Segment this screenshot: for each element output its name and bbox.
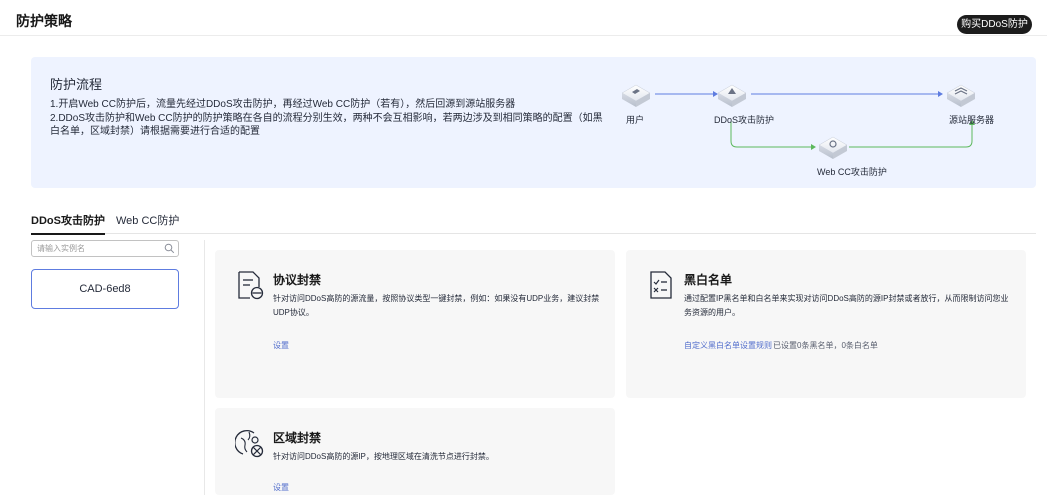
tab-ddos[interactable]: DDoS攻击防护: [31, 212, 105, 235]
flow-line-webcc-origin: [849, 125, 973, 148]
buy-ddos-button[interactable]: 购买DDoS防护: [957, 15, 1032, 34]
page-title: 防护策略: [16, 13, 72, 29]
protocol-block-card: 协议封禁 针对访问DDoS高防的源流量，按照协议类型一键封禁，例如：如果没有UD…: [215, 250, 615, 398]
region-block-card: 区域封禁 针对访问DDoS高防的源IP，按地理区域在清洗节点进行封禁。 设置: [215, 408, 615, 495]
instance-search: [31, 240, 179, 257]
arrow-head-origin: [938, 91, 943, 97]
document-block-icon: [238, 271, 264, 300]
blacklist-stat: 已设置0条黑名单，0条白名单: [773, 341, 878, 350]
arrow-head-ddos: [713, 91, 718, 97]
origin-server-node-icon: [946, 84, 976, 107]
globe-block-icon: [235, 429, 264, 458]
instance-name: CAD-6ed8: [79, 283, 131, 295]
protection-tabs: DDoS攻击防护 Web CC防护: [31, 212, 1036, 235]
protocol-block-settings-link[interactable]: 设置: [273, 340, 289, 351]
blacklist-title: 黑白名单: [684, 273, 733, 287]
ddos-node-icon: [717, 84, 747, 107]
instance-search-input[interactable]: [32, 241, 158, 256]
instance-card[interactable]: CAD-6ed8: [31, 269, 179, 309]
region-block-title: 区域封禁: [273, 431, 322, 445]
user-node-label: 用户: [626, 115, 645, 125]
protocol-block-desc: 针对访问DDoS高防的源流量，按照协议类型一键封禁，例如：如果没有UDP业务，建…: [273, 294, 600, 317]
region-block-desc: 针对访问DDoS高防的源IP，按地理区域在清洗节点进行封禁。: [273, 452, 494, 461]
top-bar: 防护策略 购买DDoS防护: [0, 0, 1047, 36]
checklist-document-icon: [650, 271, 672, 299]
user-node-icon: [621, 84, 651, 107]
protocol-block-title: 协议封禁: [273, 273, 322, 287]
blacklist-desc: 通过配置IP黑名单和白名单来实现对访问DDoS高防的源IP封禁或者放行，从而限制…: [684, 294, 1009, 317]
webcc-node-label: Web CC攻击防护: [817, 167, 887, 177]
ddos-node-label: DDoS攻击防护: [714, 115, 775, 125]
blacklist-rules-link[interactable]: 自定义黑白名单设置规则: [684, 340, 772, 351]
origin-node-label: 源站服务器: [949, 115, 995, 125]
tab-web-cc[interactable]: Web CC防护: [116, 212, 179, 234]
protection-flow-panel: 防护流程 1.开启Web CC防护后，流量先经过DDoS攻击防护，再经过Web …: [31, 57, 1036, 188]
region-block-settings-link[interactable]: 设置: [273, 482, 289, 493]
blacklist-card: 黑白名单 通过配置IP黑名单和白名单来实现对访问DDoS高防的源IP封禁或者放行…: [626, 250, 1026, 398]
arrow-head-webcc: [811, 144, 816, 150]
webcc-node-icon: [818, 136, 848, 159]
search-icon[interactable]: [164, 243, 175, 254]
vertical-divider: [204, 240, 205, 495]
